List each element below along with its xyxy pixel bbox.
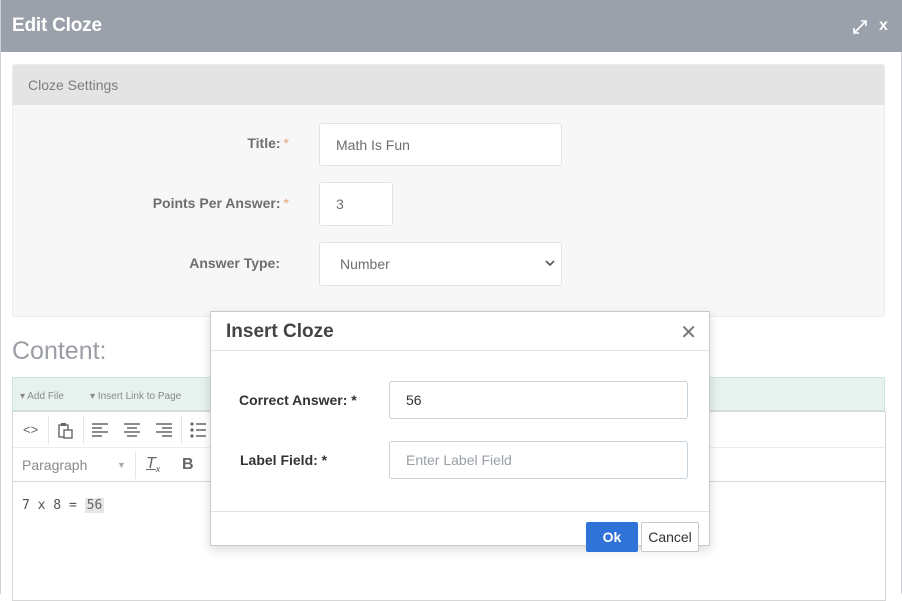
required-mark: *	[283, 135, 289, 151]
dialog-title: Insert Cloze	[226, 321, 334, 342]
dialog-footer: Ok Cancel	[211, 511, 709, 552]
required-mark: *	[283, 195, 289, 211]
insert-cloze-dialog: Insert Cloze ✕ Correct Answer: * 56 Labe…	[210, 311, 710, 552]
paste-icon[interactable]	[57, 422, 73, 439]
points-label: Points Per Answer: *	[152, 195, 289, 211]
insert-link-button[interactable]: ▾ Insert Link to Page	[90, 391, 181, 402]
title-label: Title: *	[247, 135, 289, 151]
window-title: Edit Cloze	[12, 15, 102, 36]
settings-header: Cloze Settings	[13, 65, 884, 105]
chevron-down-icon: ▼	[117, 460, 126, 470]
add-file-button[interactable]: ▾ Add File	[20, 391, 64, 402]
ok-button[interactable]: Ok	[586, 522, 638, 552]
chevron-down-icon	[545, 260, 555, 267]
window-titlebar: Edit Cloze x	[1, 0, 902, 52]
answer-type-value: Number	[340, 256, 390, 272]
clear-format-icon[interactable]: Tx	[146, 455, 160, 474]
bullet-list-icon[interactable]	[190, 422, 206, 438]
paragraph-select[interactable]: Paragraph	[22, 457, 87, 473]
correct-answer-label: Correct Answer: *	[239, 392, 357, 408]
title-input[interactable]: Math Is Fun	[319, 123, 562, 166]
edit-cloze-window: Edit Cloze x Cloze Settings Title: * Math…	[0, 0, 902, 601]
dialog-close-icon[interactable]: ✕	[680, 320, 697, 345]
align-right-icon[interactable]	[156, 423, 172, 437]
label-field-label: Label Field: *	[240, 452, 328, 468]
align-center-icon[interactable]	[124, 423, 140, 437]
code-view-icon[interactable]: <>	[23, 422, 38, 437]
dialog-header: Insert Cloze ✕	[211, 312, 709, 351]
answer-type-select[interactable]: Number	[319, 242, 562, 286]
cancel-button[interactable]: Cancel	[641, 522, 699, 552]
editor-body-text: 7 x 8 = 56	[22, 498, 105, 513]
cloze-settings-panel: Cloze Settings Title: * Math Is Fun Point…	[12, 64, 885, 317]
window-close-button[interactable]: x	[879, 17, 888, 35]
points-input[interactable]: 3	[319, 182, 393, 226]
bold-button[interactable]: B	[182, 456, 194, 474]
label-field-input[interactable]: Enter Label Field	[389, 441, 688, 479]
expand-icon[interactable]	[852, 19, 868, 35]
correct-answer-input[interactable]: 56	[389, 381, 688, 419]
cloze-placeholder[interactable]: 56	[84, 498, 105, 513]
align-left-icon[interactable]	[92, 423, 108, 437]
answer-type-label: Answer Type:	[189, 255, 280, 271]
content-heading: Content:	[12, 337, 107, 365]
